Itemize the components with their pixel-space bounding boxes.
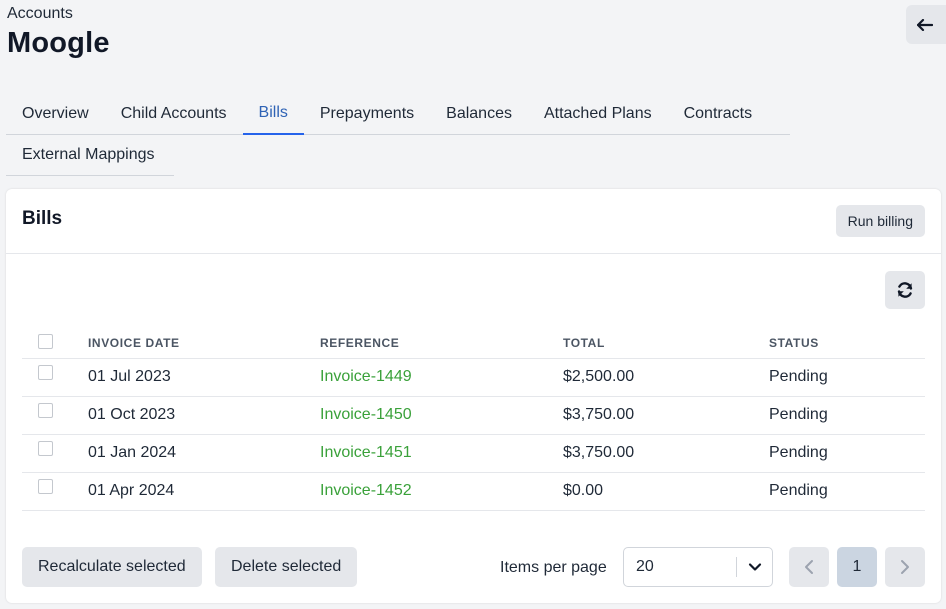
card-header: Bills Run billing: [6, 189, 941, 254]
delete-selected-button[interactable]: Delete selected: [215, 547, 358, 587]
tab-child-accounts[interactable]: Child Accounts: [105, 94, 243, 134]
tab-overview[interactable]: Overview: [6, 94, 105, 134]
row-checkbox[interactable]: [38, 441, 53, 456]
card-title: Bills: [22, 208, 63, 229]
invoice-date: 01 Apr 2024: [88, 482, 175, 499]
column-header-invoice-date[interactable]: INVOICE DATE: [88, 336, 180, 350]
tab-bills[interactable]: Bills: [242, 94, 304, 135]
breadcrumb[interactable]: Accounts: [7, 5, 73, 23]
next-page-button[interactable]: [885, 547, 925, 587]
refresh-button[interactable]: [885, 271, 925, 309]
invoice-link[interactable]: Invoice-1449: [320, 368, 412, 386]
column-header-status[interactable]: STATUS: [769, 336, 819, 350]
invoice-total: $0.00: [563, 482, 604, 499]
chevron-left-icon: [805, 560, 813, 574]
run-billing-button[interactable]: Run billing: [835, 205, 925, 237]
select-all-checkbox[interactable]: [38, 334, 53, 349]
page-number-button[interactable]: 1: [837, 547, 877, 587]
bills-table: INVOICE DATE REFERENCE TOTAL STATUS 01 J…: [22, 323, 925, 511]
recalculate-selected-button[interactable]: Recalculate selected: [22, 547, 202, 587]
invoice-total: $2,500.00: [563, 368, 635, 385]
invoice-link[interactable]: Invoice-1452: [320, 482, 412, 500]
invoice-link[interactable]: Invoice-1451: [320, 444, 412, 462]
items-per-page-select[interactable]: 20: [623, 547, 773, 587]
row-checkbox[interactable]: [38, 403, 53, 418]
select-divider: [736, 557, 737, 577]
row-checkbox[interactable]: [38, 365, 53, 380]
invoice-total: $3,750.00: [563, 406, 635, 423]
table-row: 01 Jan 2024 Invoice-1451 $3,750.00 Pendi…: [22, 435, 925, 473]
page-title: Moogle: [7, 27, 110, 59]
tab-attached-plans[interactable]: Attached Plans: [528, 94, 668, 134]
arrow-left-icon: [917, 18, 933, 31]
table-row: 01 Oct 2023 Invoice-1450 $3,750.00 Pendi…: [22, 397, 925, 435]
invoice-total: $3,750.00: [563, 444, 635, 461]
invoice-date: 01 Jan 2024: [88, 444, 177, 461]
chevron-down-icon[interactable]: [748, 560, 762, 574]
back-button[interactable]: [906, 5, 946, 44]
bills-card: Bills Run billing INVOICE DATE REFERENCE…: [6, 189, 941, 603]
chevron-right-icon: [901, 560, 909, 574]
items-per-page-label: Items per page: [500, 559, 607, 576]
invoice-date: 01 Jul 2023: [88, 368, 171, 385]
row-checkbox[interactable]: [38, 479, 53, 494]
invoice-status: Pending: [769, 368, 828, 385]
table-row: 01 Jul 2023 Invoice-1449 $2,500.00 Pendi…: [22, 359, 925, 397]
column-header-total[interactable]: TOTAL: [563, 336, 605, 350]
tab-contracts[interactable]: Contracts: [668, 94, 768, 134]
prev-page-button[interactable]: [789, 547, 829, 587]
tab-external-mappings[interactable]: External Mappings: [6, 135, 171, 175]
invoice-link[interactable]: Invoice-1450: [320, 406, 412, 424]
invoice-date: 01 Oct 2023: [88, 406, 176, 423]
table-row: 01 Apr 2024 Invoice-1452 $0.00 Pending: [22, 473, 925, 511]
invoice-status: Pending: [769, 406, 828, 423]
tab-balances[interactable]: Balances: [430, 94, 528, 134]
refresh-icon: [897, 282, 913, 298]
invoice-status: Pending: [769, 482, 828, 499]
items-per-page-value: 20: [636, 558, 654, 575]
table-header-row: INVOICE DATE REFERENCE TOTAL STATUS: [22, 323, 925, 359]
invoice-status: Pending: [769, 444, 828, 461]
tab-prepayments[interactable]: Prepayments: [304, 94, 430, 134]
account-tabs: Overview Child Accounts Bills Prepayment…: [6, 94, 790, 176]
column-header-reference[interactable]: REFERENCE: [320, 336, 399, 350]
